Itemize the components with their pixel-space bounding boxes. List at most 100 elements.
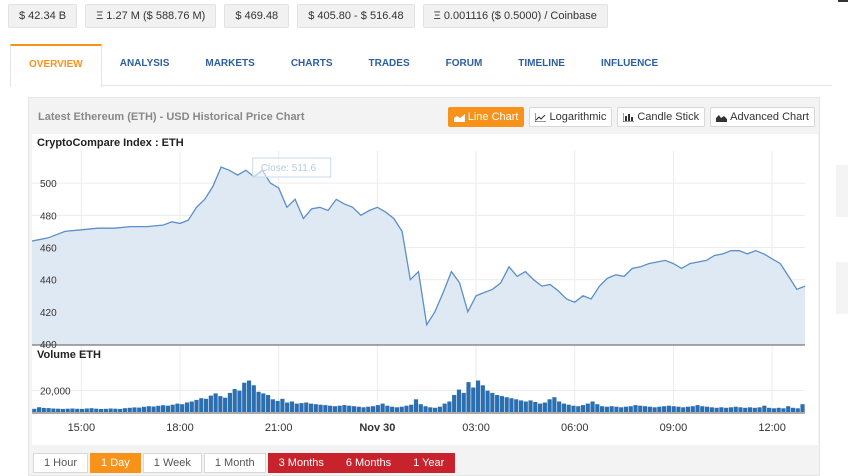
volume-bar [423,406,428,412]
volume-bar [647,406,652,412]
volume-bar [266,395,271,412]
chart-type-buttons: Line Chart Logarithmic Candle Stick Adva… [447,107,815,127]
volume-bar [60,408,65,412]
volume-bar [237,390,242,412]
stat-volume: Ξ 1.27 M ($ 588.76 M) [85,4,217,28]
price-chart-panel: Latest Ethereum (ETH) - USD Historical P… [28,97,820,476]
tab-markets[interactable]: MARKETS [187,44,272,86]
volume-bar [456,389,462,412]
bar-chart-icon [623,112,635,122]
advanced-chart-button[interactable]: Advanced Chart [710,107,815,127]
volume-bar [585,403,590,412]
scrollbar-thumb[interactable] [838,0,848,2]
advanced-chart-label: Advanced Chart [730,111,809,123]
volume-bar [223,397,228,412]
volume-bar [165,405,170,412]
volume-bar [242,382,247,412]
volume-bar [304,402,309,412]
tab-trades[interactable]: TRADES [351,44,428,86]
volume-bar [623,406,629,412]
volume-bar [461,392,466,412]
price-area [32,167,805,344]
volume-bar [270,399,275,412]
volume-bar [342,405,347,412]
x-tick-label: 06:00 [561,422,589,434]
volume-bar [447,401,452,412]
volume-bar [380,403,385,412]
tab-forum[interactable]: FORUM [428,44,501,86]
range-1-month[interactable]: 1 Month [203,453,266,473]
volume-bar [261,393,266,412]
volume-bar [218,396,223,412]
area-chart-icon [716,114,728,122]
tab-charts[interactable]: CHARTS [273,44,351,86]
candle-stick-label: Candle Stick [637,111,700,123]
range-1-year[interactable]: 1 Year [402,453,456,473]
range-1-day[interactable]: 1 Day [90,453,141,473]
volume-bar [366,406,371,412]
volume-bar [356,406,361,412]
line-chart-button[interactable]: Line Chart [447,107,525,127]
volume-bar [137,407,142,412]
volume-bar [528,400,533,412]
volume-bar [557,401,562,412]
volume-bar [499,396,504,412]
range-1-week[interactable]: 1 Week [142,453,202,473]
chart-plot-area[interactable]: 400 420 440 460 480 500 Close: 511.6 20,000 15:0… [32,134,818,445]
side-panel-edge [836,165,848,217]
volume-bar [671,406,676,412]
range-3-months[interactable]: 3 Months [267,453,335,473]
volume-bar [385,405,390,412]
volume-bar [485,390,490,412]
volume-bar [390,406,395,412]
range-1-hour[interactable]: 1 Hour [33,453,89,473]
candle-stick-button[interactable]: Candle Stick [617,107,706,127]
price-tick-label: 500 [40,179,57,190]
volume-bar [719,407,724,412]
volume-label: Volume ETH [37,349,101,361]
volume-bar [328,405,333,412]
volume-bar [676,406,681,412]
volume-bar [351,406,357,412]
volume-bar [580,405,586,412]
range-6-months[interactable]: 6 Months [334,453,403,473]
volume-bar [394,407,400,412]
volume-bar [757,407,762,412]
price-volume-chart[interactable]: 400420440460480500Close: 511.620,00015:0… [32,134,818,445]
volume-bar [318,404,323,412]
price-tick-label: 440 [40,276,57,287]
volume-bar [199,398,204,412]
tab-analysis[interactable]: ANALYSIS [102,44,188,86]
volume-bar [409,404,414,412]
logarithmic-button[interactable]: Logarithmic [529,107,613,127]
logarithmic-label: Logarithmic [549,111,607,123]
volume-bar [518,400,524,412]
volume-bar [94,408,99,412]
volume-bar [184,402,190,412]
volume-bar [375,405,380,412]
volume-bar [132,407,137,412]
tab-influence[interactable]: INFLUENCE [583,44,676,86]
volume-bar [99,409,104,412]
tab-overview[interactable]: OVERVIEW [10,44,102,87]
volume-bar [781,408,786,412]
volume-bar [705,406,710,412]
volume-bar [108,408,113,412]
volume-bar [728,407,734,412]
volume-bar [370,406,376,412]
volume-bar [118,408,123,412]
volume-bar [642,406,648,412]
side-panel-edge [836,262,848,314]
tab-timeline[interactable]: TIMELINE [500,44,583,86]
volume-bar [208,395,213,412]
volume-bar [32,408,37,412]
price-tooltip-text: Close: 511.6 [261,163,317,174]
time-range-buttons: 1 Hour 1 Day 1 Week 1 Month 3 Months 6 M… [33,453,456,473]
volume-bar [724,407,729,412]
volume-bar [475,380,481,412]
volume-bar [657,406,662,412]
volume-bar [714,407,719,412]
volume-bar [361,407,366,412]
volume-bar [590,401,595,412]
stat-price: $ 469.48 [224,4,290,28]
